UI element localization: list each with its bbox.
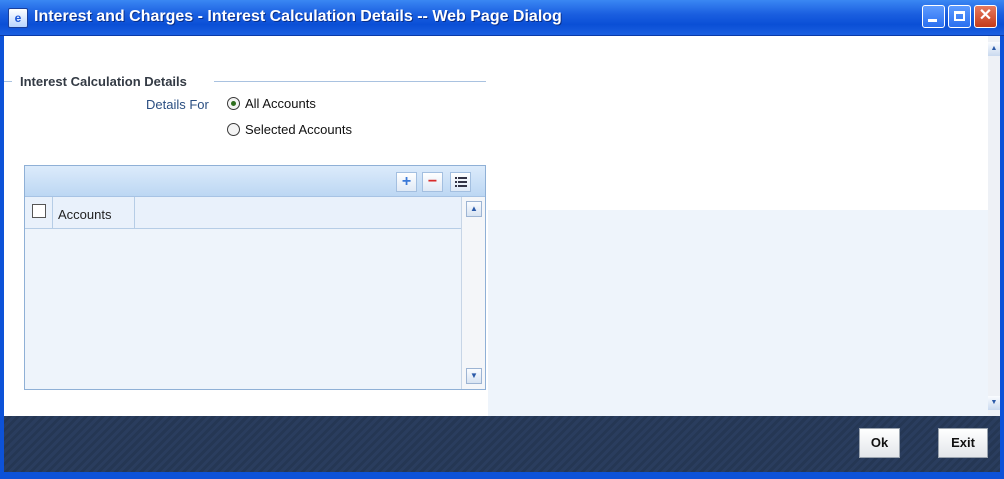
grid-scrollbar[interactable]: ▲ ▼ <box>461 197 485 389</box>
maximize-button[interactable] <box>948 5 971 28</box>
details-for-label: Details For <box>146 97 209 112</box>
exit-button[interactable]: Exit <box>938 428 988 458</box>
accounts-grid: + − Accounts ▲ ▼ <box>24 165 486 390</box>
ie-page-icon: e <box>8 8 28 28</box>
single-record-view-button[interactable] <box>450 172 471 192</box>
window-frame-bottom <box>0 472 1004 479</box>
add-row-button[interactable]: + <box>396 172 417 192</box>
radio-label: All Accounts <box>245 96 316 111</box>
scroll-up-button[interactable]: ▲ <box>466 201 482 217</box>
content-background-panel <box>488 210 988 416</box>
window-title-bar[interactable]: e Interest and Charges - Interest Calcul… <box>0 0 1004 36</box>
column-separator <box>134 197 135 228</box>
dialog-content: Interest Calculation Details Details For… <box>4 36 988 416</box>
radio-selected-accounts[interactable]: Selected Accounts <box>227 122 352 137</box>
page-scrollbar[interactable]: ▲ ▼ <box>988 36 1000 416</box>
page-scroll-down-button[interactable]: ▼ <box>988 396 1000 410</box>
column-header-accounts: Accounts <box>58 207 112 222</box>
select-all-checkbox[interactable] <box>32 204 46 218</box>
close-button[interactable]: ✕ <box>974 5 997 28</box>
radio-all-accounts[interactable]: All Accounts <box>227 96 316 111</box>
radio-button[interactable] <box>227 123 240 136</box>
single-record-view-icon <box>454 177 467 187</box>
page-scroll-up-button[interactable]: ▲ <box>988 42 1000 56</box>
scroll-down-button[interactable]: ▼ <box>466 368 482 384</box>
delete-row-button[interactable]: − <box>422 172 443 192</box>
column-separator <box>52 197 53 228</box>
fieldset-border <box>4 81 12 82</box>
grid-toolbar: + − <box>25 166 485 197</box>
minimize-button[interactable] <box>922 5 945 28</box>
radio-label: Selected Accounts <box>245 122 352 137</box>
fieldset-border <box>214 81 486 82</box>
radio-button-checked[interactable] <box>227 97 240 110</box>
grid-header-row: Accounts <box>25 197 461 229</box>
ok-button[interactable]: Ok <box>859 428 900 458</box>
dialog-footer: Ok Exit <box>4 416 1000 472</box>
window-title: Interest and Charges - Interest Calculat… <box>34 8 562 25</box>
window-frame-right <box>1000 36 1004 479</box>
section-legend: Interest Calculation Details <box>20 74 187 89</box>
